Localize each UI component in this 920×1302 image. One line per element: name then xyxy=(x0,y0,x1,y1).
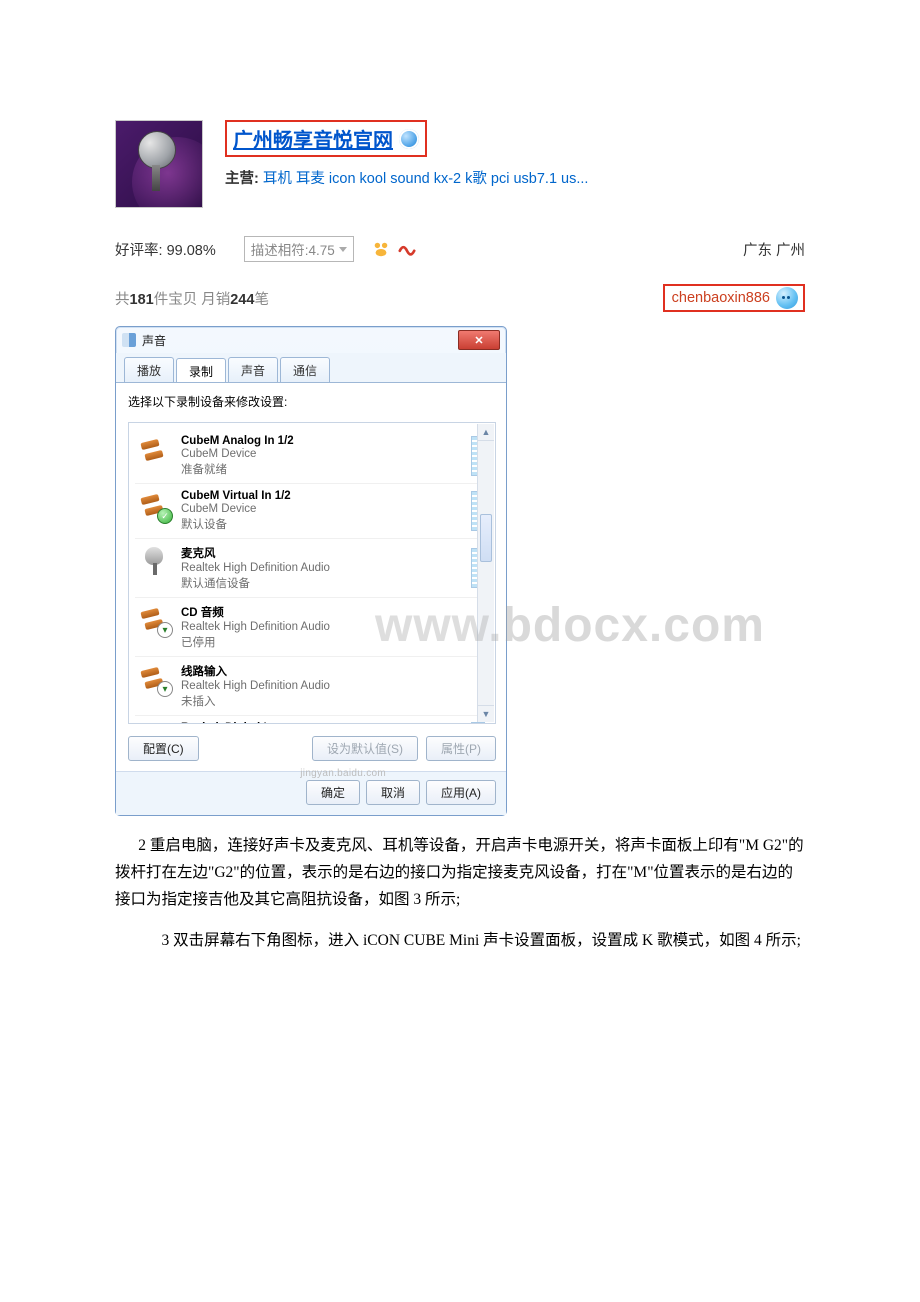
device-name: CD 音频 xyxy=(181,604,330,620)
shop-name-text: 广州畅享音悦官网 xyxy=(233,124,393,153)
scroll-down-icon[interactable]: ▼ xyxy=(478,705,494,722)
device-sub: CubeM Device xyxy=(181,503,291,515)
paw-icon xyxy=(372,240,390,258)
device-sub: Realtek High Definition Audio xyxy=(181,562,330,574)
tab-sounds[interactable]: 声音 xyxy=(228,357,278,382)
tab-comm[interactable]: 通信 xyxy=(280,357,330,382)
dialog-title: 声音 xyxy=(142,332,166,349)
dsr-text: 描述相符:4.75 xyxy=(251,239,335,259)
shop-tags[interactable]: 耳机 耳麦 icon kool sound kx-2 k歌 pci usb7.1… xyxy=(263,171,589,187)
device-sub: Realtek High Definition Audio xyxy=(181,680,330,692)
close-button[interactable]: ✕ xyxy=(458,330,500,350)
speaker-icon xyxy=(122,333,136,347)
arrow-down-icon: ▾ xyxy=(157,681,173,697)
device-status: 默认设备 xyxy=(181,516,291,532)
small-watermark: jingyan.baidu.com xyxy=(300,768,386,779)
paragraph-3: 3 双击屏幕右下角图标，进入 iCON CUBE Mini 声卡设置面板，设置成… xyxy=(115,927,805,954)
cancel-button[interactable]: 取消 xyxy=(366,780,420,805)
device-row[interactable]: ▾ CD 音频Realtek High Definition Audio已停用 xyxy=(135,598,489,657)
paragraph-2: 2 重启电脑，连接好声卡及麦克风、耳机等设备，开启声卡电源开关，将声卡面板上印有… xyxy=(115,832,805,913)
device-status: 准备就绪 xyxy=(181,461,294,477)
device-name: CubeM Virtual In 1/2 xyxy=(181,490,291,502)
device-row[interactable]: ✓ CubeM Virtual In 1/2CubeM Device默认设备 xyxy=(135,484,489,539)
shop-sub-label: 主营: xyxy=(225,171,259,187)
rca-icon: ▾ xyxy=(139,663,171,695)
rca-icon: ▾ xyxy=(139,604,171,636)
config-button[interactable]: 配置(C) xyxy=(128,736,199,761)
check-icon: ✓ xyxy=(157,508,173,524)
properties-button[interactable]: 属性(P) xyxy=(426,736,496,761)
shop-location: 广东 广州 xyxy=(743,239,805,260)
shop-badge-icon xyxy=(399,129,419,149)
dialog-tabs: 播放 录制 声音 通信 xyxy=(116,353,506,382)
seller-id: chenbaoxin886 xyxy=(672,290,770,306)
device-row[interactable]: ▾ 线路输入Realtek High Definition Audio未插入 xyxy=(135,657,489,716)
wave-icon xyxy=(398,240,416,258)
tab-playback[interactable]: 播放 xyxy=(124,357,174,382)
shop-header: 广州畅享音悦官网 主营: 耳机 耳麦 icon kool sound kx-2 … xyxy=(115,120,805,312)
device-status: 已停用 xyxy=(181,634,330,650)
rating: 好评率: 99.08% xyxy=(115,239,216,260)
device-name: 线路输入 xyxy=(181,663,330,679)
device-status: 未插入 xyxy=(181,693,330,709)
device-name: CubeM Analog In 1/2 xyxy=(181,435,294,447)
scrollbar[interactable]: ▲ ▼ xyxy=(477,424,494,722)
shop-avatar xyxy=(115,120,203,208)
rca-icon xyxy=(139,435,171,467)
items-summary: 共181件宝贝 月销244笔 xyxy=(115,288,269,309)
tab-recording[interactable]: 录制 xyxy=(176,358,226,383)
rating-value: 99.08% xyxy=(167,243,216,259)
device-name: Realtek Digital Input xyxy=(181,722,330,724)
vu-meter-icon xyxy=(471,722,485,724)
rating-label: 好评率: xyxy=(115,243,163,259)
device-sub: Realtek High Definition Audio xyxy=(181,621,330,633)
device-name: 麦克风 xyxy=(181,545,330,561)
dialog-titlebar[interactable]: 声音 ✕ xyxy=(116,327,506,353)
shop-name-link[interactable]: 广州畅享音悦官网 xyxy=(225,120,427,157)
device-row[interactable]: Realtek Digital InputRealtek High Defini… xyxy=(135,716,489,724)
wangwang-icon xyxy=(776,287,798,309)
device-row[interactable]: CubeM Analog In 1/2CubeM Device准备就绪 xyxy=(135,429,489,484)
sound-dialog: 声音 ✕ 播放 录制 声音 通信 选择以下录制设备来修改设置: CubeM An… xyxy=(115,326,507,816)
scroll-up-icon[interactable]: ▲ xyxy=(478,424,494,441)
shop-subline: 主营: 耳机 耳麦 icon kool sound kx-2 k歌 pci us… xyxy=(225,167,588,188)
microphone-icon xyxy=(139,545,171,577)
rca-icon: ✓ xyxy=(139,490,171,522)
rca-icon xyxy=(139,722,171,724)
device-list[interactable]: CubeM Analog In 1/2CubeM Device准备就绪✓Cube… xyxy=(128,422,496,724)
device-row[interactable]: 麦克风Realtek High Definition Audio默认通信设备 xyxy=(135,539,489,598)
chevron-down-icon xyxy=(339,247,347,252)
device-sub: CubeM Device xyxy=(181,448,294,460)
scroll-thumb[interactable] xyxy=(480,514,492,562)
wangwang-link[interactable]: chenbaoxin886 xyxy=(663,284,805,312)
dialog-instruction: 选择以下录制设备来修改设置: xyxy=(128,393,496,410)
arrow-down-icon: ▾ xyxy=(157,622,173,638)
device-status: 默认通信设备 xyxy=(181,575,330,591)
dsr-pill[interactable]: 描述相符:4.75 xyxy=(244,236,354,262)
ok-button[interactable]: 确定 xyxy=(306,780,360,805)
set-default-button[interactable]: 设为默认值(S) xyxy=(312,736,418,761)
apply-button[interactable]: 应用(A) xyxy=(426,780,496,805)
